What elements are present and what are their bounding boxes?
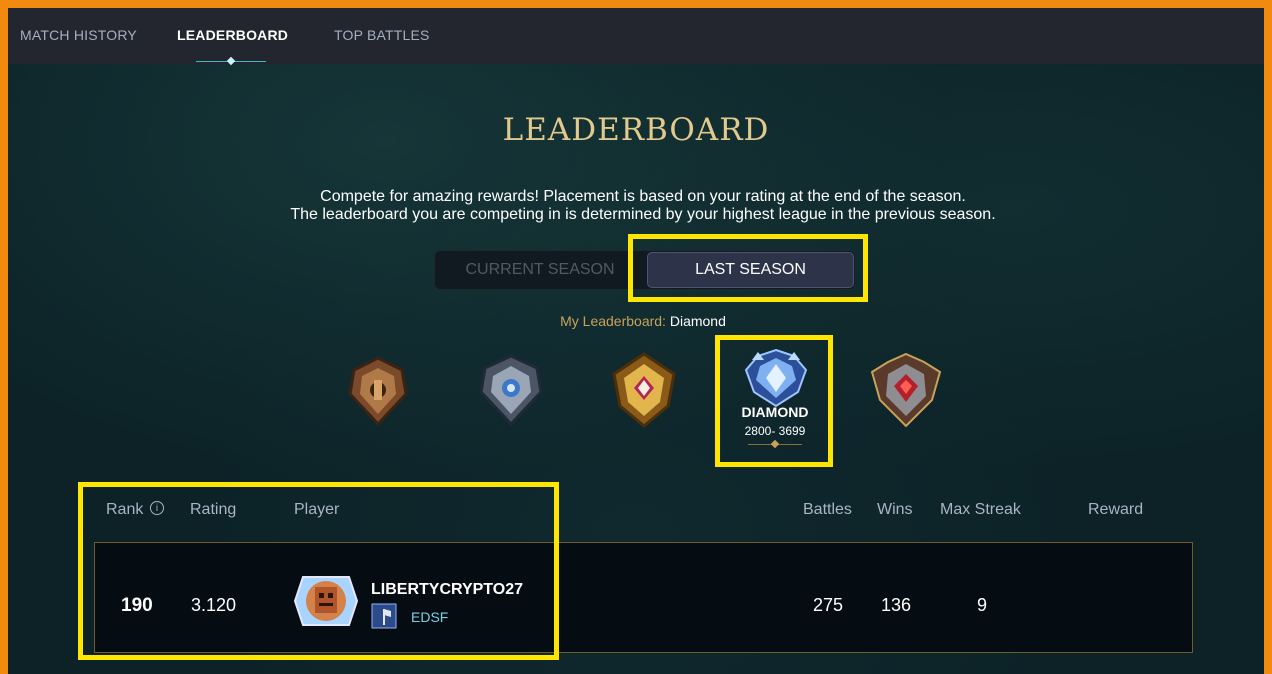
column-header-rank: Rank (106, 501, 144, 518)
column-header-rating: Rating (190, 501, 237, 518)
player-name[interactable]: LIBERTYCRYPTO27 (371, 581, 523, 599)
row-wins: 136 (881, 595, 912, 615)
my-leaderboard-value: Diamond (669, 313, 726, 329)
column-header-reward: Reward (1088, 501, 1144, 518)
selected-league-range: 2800- 3699 (744, 424, 806, 438)
league-divider-ornament (770, 439, 780, 449)
description-line-2: The leaderboard you are competing in is … (290, 206, 996, 223)
guild-name[interactable]: EDSF (411, 609, 448, 625)
column-header-player: Player (294, 501, 340, 518)
description-line-1: Compete for amazing rewards! Placement i… (320, 188, 966, 205)
tab-leaderboard[interactable]: LEADERBOARD (177, 27, 288, 43)
column-header-battles: Battles (803, 501, 852, 518)
page-title: LEADERBOARD (502, 112, 770, 148)
avatar[interactable] (293, 573, 359, 629)
tab-top-battles[interactable]: TOP BATTLES (334, 27, 430, 43)
guild-axe-icon (371, 603, 397, 629)
row-max-streak: 9 (977, 595, 988, 615)
champion-league-icon[interactable] (866, 350, 946, 430)
active-tab-indicator-icon (226, 56, 236, 66)
row-rating: 3.120 (191, 595, 237, 615)
column-header-wins: Wins (877, 501, 913, 518)
selected-league-name: DIAMOND (741, 404, 809, 420)
leaderboard-screen: MATCH HISTORY LEADERBOARD TOP BATTLES LE… (8, 8, 1264, 674)
table-row[interactable]: 190 3.120 LIBERTYCRYPTO27 EDSF 275 136 9 (94, 542, 1193, 653)
my-leaderboard: My Leaderboard: Diamond (8, 313, 1264, 329)
tab-match-history[interactable]: MATCH HISTORY (20, 27, 137, 43)
current-season-button[interactable]: CURRENT SEASON (435, 251, 645, 289)
silver-league-icon[interactable] (471, 350, 551, 430)
last-season-button[interactable]: LAST SEASON (647, 252, 854, 288)
column-header-max-streak: Max Streak (940, 501, 1021, 518)
row-rank: 190 (121, 595, 153, 616)
my-leaderboard-label: My Leaderboard: (560, 313, 666, 329)
top-nav: MATCH HISTORY LEADERBOARD TOP BATTLES (8, 8, 1264, 66)
bronze-league-icon[interactable] (338, 350, 418, 430)
row-battles: 275 (813, 595, 844, 615)
info-icon[interactable]: i (150, 501, 164, 515)
gold-league-icon[interactable] (604, 350, 684, 430)
season-toggle: CURRENT SEASON LAST SEASON (434, 250, 856, 290)
